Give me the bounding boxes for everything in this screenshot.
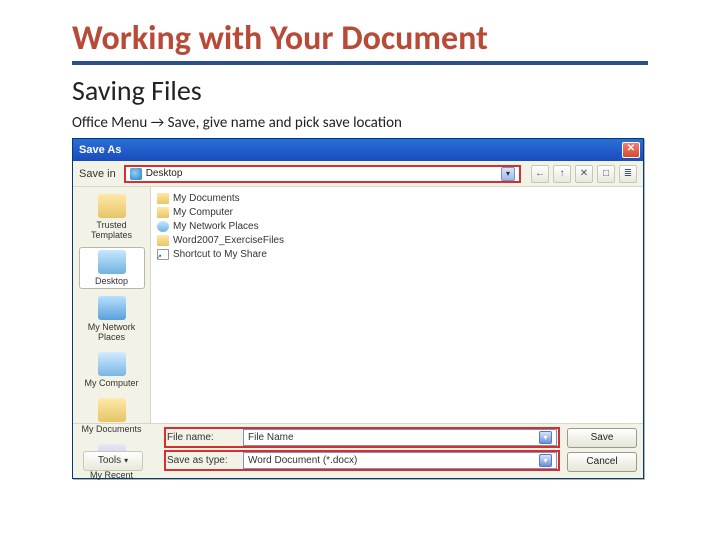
slide-note: Office Menu → Save, give name and pick s… bbox=[72, 114, 648, 132]
close-button[interactable]: ✕ bbox=[622, 142, 640, 158]
list-item-label: Word2007_ExerciseFiles bbox=[173, 235, 284, 246]
dialog-title: Save As bbox=[79, 144, 121, 156]
savetype-row: Save as type: Word Document (*.docx) ▾ bbox=[165, 451, 559, 470]
list-item-label: My Documents bbox=[173, 193, 240, 204]
desktop-icon bbox=[130, 168, 142, 180]
places-item[interactable]: Desktop bbox=[79, 247, 145, 289]
list-item-label: My Network Places bbox=[173, 221, 259, 232]
places-item-label: My Computer bbox=[80, 378, 144, 388]
save-in-label: Save in bbox=[79, 168, 116, 180]
list-item[interactable]: My Documents bbox=[157, 191, 637, 205]
places-item[interactable]: My Computer bbox=[79, 349, 145, 391]
delete-button[interactable]: ✕ bbox=[575, 165, 593, 183]
filename-label: File name: bbox=[167, 432, 237, 443]
save-in-combo[interactable]: Desktop ▾ bbox=[124, 165, 521, 183]
network-icon bbox=[98, 296, 126, 320]
chevron-down-icon[interactable]: ▾ bbox=[539, 454, 552, 467]
save-button[interactable]: Save bbox=[567, 428, 637, 448]
cancel-button[interactable]: Cancel bbox=[567, 452, 637, 472]
chevron-down-icon[interactable]: ▾ bbox=[501, 167, 515, 181]
file-list[interactable]: My Documents My Computer My Network Places… bbox=[151, 187, 643, 423]
list-item-label: Shortcut to My Share bbox=[173, 249, 267, 260]
savetype-value: Word Document (*.docx) bbox=[248, 455, 357, 466]
toolbar: Save in Desktop ▾ ← ↑ ✕ □ ≣ bbox=[73, 161, 643, 187]
save-in-value: Desktop bbox=[146, 168, 183, 179]
folder-icon bbox=[157, 235, 169, 246]
slide-subtitle: Saving Files bbox=[72, 73, 648, 108]
tools-label: Tools bbox=[98, 452, 121, 470]
places-item-label: Desktop bbox=[80, 276, 144, 286]
folder-icon bbox=[157, 207, 169, 218]
filename-input[interactable]: File Name ▾ bbox=[243, 429, 557, 446]
filename-row: File name: File Name ▾ bbox=[165, 428, 559, 447]
savetype-label: Save as type: bbox=[167, 455, 237, 466]
list-item-label: My Computer bbox=[173, 207, 233, 218]
computer-icon bbox=[98, 352, 126, 376]
savetype-combo[interactable]: Word Document (*.docx) ▾ bbox=[243, 452, 557, 469]
list-item[interactable]: Word2007_ExerciseFiles bbox=[157, 233, 637, 247]
chevron-down-icon: ▾ bbox=[124, 452, 128, 470]
save-as-dialog: Save As ✕ Save in Desktop ▾ ← ↑ ✕ □ ≣ Tr… bbox=[72, 138, 644, 479]
chevron-down-icon[interactable]: ▾ bbox=[539, 431, 552, 444]
docs-icon bbox=[98, 398, 126, 422]
up-one-level-button[interactable]: ↑ bbox=[553, 165, 571, 183]
views-button[interactable]: ≣ bbox=[619, 165, 637, 183]
network-icon bbox=[157, 221, 169, 232]
filename-value: File Name bbox=[248, 432, 294, 443]
places-bar: Trusted Templates Desktop My Network Place… bbox=[73, 187, 151, 423]
list-item[interactable]: My Computer bbox=[157, 205, 637, 219]
new-folder-button[interactable]: □ bbox=[597, 165, 615, 183]
list-item[interactable]: My Network Places bbox=[157, 219, 637, 233]
slide-title: Working with Your Document bbox=[72, 18, 648, 65]
places-item[interactable]: My Network Places bbox=[79, 293, 145, 345]
places-item-label: Trusted Templates bbox=[80, 220, 144, 240]
folder-icon bbox=[157, 193, 169, 204]
places-item-label: My Network Places bbox=[80, 322, 144, 342]
list-item[interactable]: Shortcut to My Share bbox=[157, 247, 637, 261]
tools-button[interactable]: Tools ▾ bbox=[83, 451, 143, 471]
trusted-icon bbox=[98, 194, 126, 218]
back-button[interactable]: ← bbox=[531, 165, 549, 183]
desktop-icon bbox=[98, 250, 126, 274]
titlebar[interactable]: Save As ✕ bbox=[73, 139, 643, 161]
dialog-footer: Tools ▾ File name: File Name ▾ Save as t… bbox=[73, 423, 643, 478]
folder-icon bbox=[157, 249, 169, 260]
places-item[interactable]: Trusted Templates bbox=[79, 191, 145, 243]
